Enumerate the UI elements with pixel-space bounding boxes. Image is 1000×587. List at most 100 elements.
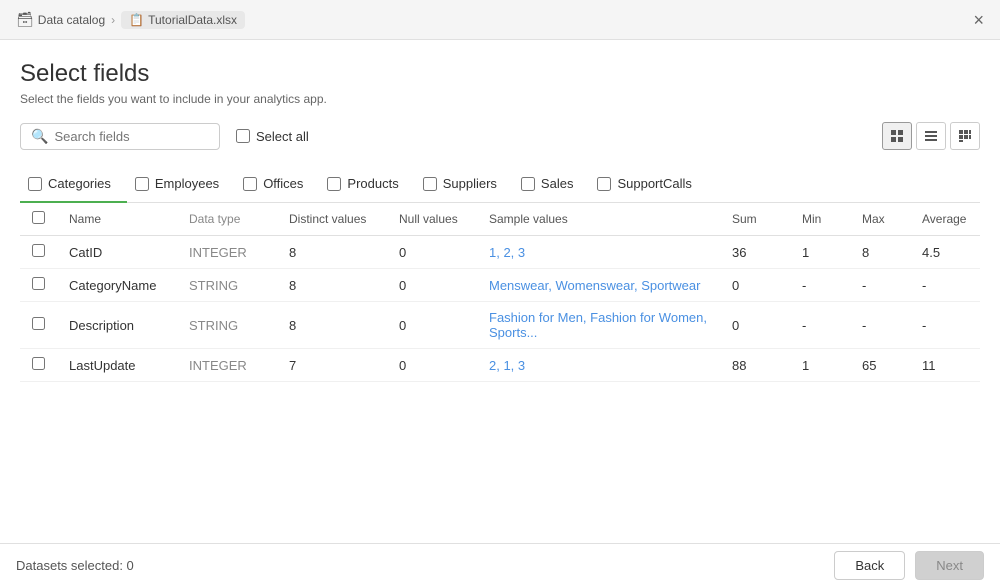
row-name: CategoryName — [57, 269, 177, 302]
row-datatype: INTEGER — [177, 236, 277, 269]
row-min: 1 — [790, 349, 850, 382]
row-min: 1 — [790, 236, 850, 269]
detail-icon — [958, 129, 972, 143]
row-sum: 36 — [720, 236, 790, 269]
select-all-checkbox[interactable] — [236, 129, 250, 143]
tab-suppliers[interactable]: Suppliers — [415, 166, 513, 203]
search-box: 🔍 — [20, 123, 220, 150]
row-datatype: STRING — [177, 302, 277, 349]
tab-offices-label: Offices — [263, 176, 303, 191]
tab-products-checkbox[interactable] — [327, 177, 341, 191]
col-header-min: Min — [790, 203, 850, 236]
tab-supportcalls[interactable]: SupportCalls — [589, 166, 707, 203]
tab-categories-label: Categories — [48, 176, 111, 191]
top-bar: 🗃 Data catalog › 📋 TutorialData.xlsx × — [0, 0, 1000, 40]
row-min: - — [790, 269, 850, 302]
row-sum: 0 — [720, 269, 790, 302]
table-body: CatID INTEGER 8 0 1, 2, 3 36 1 8 4.5 Cat… — [20, 236, 980, 382]
tab-sales[interactable]: Sales — [513, 166, 590, 203]
tab-products-label: Products — [347, 176, 398, 191]
file-icon: 📋 — [129, 13, 144, 27]
col-header-check — [20, 203, 57, 236]
breadcrumb-file-item: 📋 TutorialData.xlsx — [121, 11, 245, 29]
breadcrumb-separator: › — [111, 13, 115, 27]
row-null: 0 — [387, 236, 477, 269]
row-max: 8 — [850, 236, 910, 269]
page-title: Select fields — [20, 60, 980, 88]
next-button[interactable]: Next — [915, 551, 984, 580]
tab-employees-checkbox[interactable] — [135, 177, 149, 191]
row-distinct: 7 — [277, 349, 387, 382]
tab-suppliers-checkbox[interactable] — [423, 177, 437, 191]
tab-categories-checkbox[interactable] — [28, 177, 42, 191]
datasets-count: Datasets selected: 0 — [16, 558, 134, 573]
row-avg: 4.5 — [910, 236, 980, 269]
row-distinct: 8 — [277, 302, 387, 349]
row-checkbox-cell — [20, 236, 57, 269]
search-input[interactable] — [54, 129, 204, 144]
table-row: CategoryName STRING 8 0 Menswear, Womens… — [20, 269, 980, 302]
table-row: CatID INTEGER 8 0 1, 2, 3 36 1 8 4.5 — [20, 236, 980, 269]
tab-sales-checkbox[interactable] — [521, 177, 535, 191]
back-button[interactable]: Back — [834, 551, 905, 580]
row-sample: 1, 2, 3 — [477, 236, 720, 269]
list-view-button[interactable] — [916, 122, 946, 150]
row-max: - — [850, 302, 910, 349]
select-all-rows-checkbox[interactable] — [32, 211, 45, 224]
page-subtitle: Select the fields you want to include in… — [20, 92, 980, 106]
row-checkbox-3[interactable] — [32, 357, 45, 370]
row-null: 0 — [387, 269, 477, 302]
row-checkbox-cell — [20, 269, 57, 302]
row-checkbox-1[interactable] — [32, 277, 45, 290]
tab-supportcalls-checkbox[interactable] — [597, 177, 611, 191]
row-min: - — [790, 302, 850, 349]
row-avg: 11 — [910, 349, 980, 382]
row-avg: - — [910, 269, 980, 302]
table-row: LastUpdate INTEGER 7 0 2, 1, 3 88 1 65 1… — [20, 349, 980, 382]
row-sample: Fashion for Men, Fashion for Women, Spor… — [477, 302, 720, 349]
tab-products[interactable]: Products — [319, 166, 414, 203]
tab-offices[interactable]: Offices — [235, 166, 319, 203]
row-max: - — [850, 269, 910, 302]
tab-categories[interactable]: Categories — [20, 166, 127, 203]
tab-employees[interactable]: Employees — [127, 166, 235, 203]
col-header-max: Max — [850, 203, 910, 236]
row-sum: 0 — [720, 302, 790, 349]
row-datatype: STRING — [177, 269, 277, 302]
row-checkbox-2[interactable] — [32, 317, 45, 330]
grid-view-button[interactable] — [882, 122, 912, 150]
breadcrumb-root-label: Data catalog — [38, 13, 105, 27]
row-checkbox-0[interactable] — [32, 244, 45, 257]
row-name: LastUpdate — [57, 349, 177, 382]
close-button[interactable]: × — [973, 11, 984, 29]
database-icon: 🗃 — [16, 11, 34, 28]
row-name: CatID — [57, 236, 177, 269]
row-datatype: INTEGER — [177, 349, 277, 382]
row-distinct: 8 — [277, 236, 387, 269]
detail-view-button[interactable] — [950, 122, 980, 150]
col-header-null: Null values — [387, 203, 477, 236]
row-checkbox-cell — [20, 302, 57, 349]
row-distinct: 8 — [277, 269, 387, 302]
search-icon: 🔍 — [31, 128, 48, 145]
view-icons — [882, 122, 980, 150]
tabs-row: Categories Employees Offices Products Su… — [20, 166, 980, 203]
row-sample: 2, 1, 3 — [477, 349, 720, 382]
row-sum: 88 — [720, 349, 790, 382]
col-header-avg: Average — [910, 203, 980, 236]
main-content: Select fields Select the fields you want… — [0, 40, 1000, 543]
col-header-name: Name — [57, 203, 177, 236]
row-null: 0 — [387, 349, 477, 382]
table-row: Description STRING 8 0 Fashion for Men, … — [20, 302, 980, 349]
row-avg: - — [910, 302, 980, 349]
col-header-distinct: Distinct values — [277, 203, 387, 236]
footer: Datasets selected: 0 Back Next — [0, 543, 1000, 587]
row-max: 65 — [850, 349, 910, 382]
breadcrumb-root-item: 🗃 Data catalog — [16, 11, 105, 28]
tab-suppliers-label: Suppliers — [443, 176, 497, 191]
tab-employees-label: Employees — [155, 176, 219, 191]
row-checkbox-cell — [20, 349, 57, 382]
select-all-text: Select all — [256, 129, 309, 144]
tab-offices-checkbox[interactable] — [243, 177, 257, 191]
select-all-label[interactable]: Select all — [236, 129, 309, 144]
